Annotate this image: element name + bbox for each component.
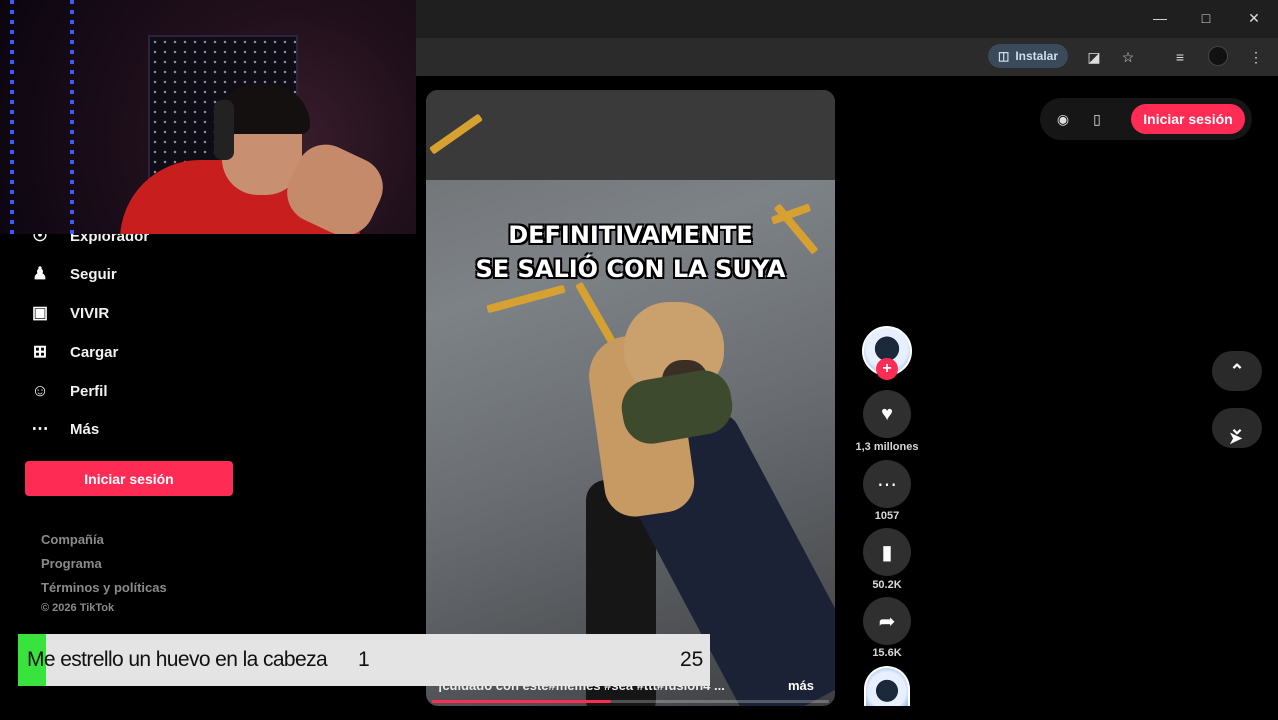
upload-icon: ⊞	[32, 342, 48, 361]
video-pavement	[426, 90, 835, 180]
bookmark-icon: ▮	[881, 541, 893, 564]
live-icon: ▣	[31, 303, 49, 322]
install-button[interactable]: ◫ Instalar	[988, 44, 1069, 68]
caption-line-1: DEFINITIVAMENTE	[508, 221, 753, 249]
video-progress[interactable]	[432, 700, 829, 703]
mouse-cursor-icon: ➤	[1228, 428, 1244, 448]
share-count: 15.6K	[872, 647, 902, 659]
like-count: 1,3 millones	[855, 441, 919, 453]
chevron-up-icon: ⌃	[1229, 360, 1245, 381]
footer-link-company[interactable]: Compañía	[41, 532, 104, 547]
webcam-overlay	[0, 0, 416, 234]
install-icon: ◫	[998, 49, 1010, 63]
road-marking	[486, 284, 566, 314]
sidebar-item-label: VIVIR	[70, 304, 110, 322]
profile-icon: ☺	[31, 381, 49, 400]
sidebar-item-more[interactable]: ⋯ Más	[28, 417, 100, 441]
sidebar-item-live[interactable]: ▣ VIVIR	[28, 301, 109, 325]
star-icon[interactable]: ☆	[1118, 47, 1138, 67]
poll-overlay: Me estrello un huevo en la cabeza 1 25	[18, 634, 710, 686]
sidebar-item-upload[interactable]: ⊞ Cargar	[28, 340, 118, 364]
screen: — □ ✕ ◫ Instalar ◪ ☆ ≡ ⋮ ☉ Explorador ♟ …	[0, 0, 1278, 720]
comment-icon: ⋯	[877, 473, 897, 496]
menu-icon[interactable]: ⋮	[1246, 47, 1266, 67]
poll-count-b: 25	[680, 648, 704, 671]
media-icon[interactable]: ≡	[1170, 47, 1190, 67]
comment-count: 1057	[874, 510, 900, 522]
sidebar-item-follow[interactable]: ♟ Seguir	[28, 262, 117, 286]
poll-count-a: 1	[358, 648, 370, 671]
maximize-icon[interactable]: □	[1194, 8, 1218, 28]
close-icon[interactable]: ✕	[1242, 8, 1266, 28]
copyright: © 2026 TikTok	[41, 602, 115, 614]
sidebar-item-label: Seguir	[70, 265, 117, 283]
sidebar-item-label: Perfil	[70, 382, 108, 400]
follow-icon: ♟	[32, 264, 48, 283]
share-button[interactable]: ➦	[863, 597, 911, 645]
sidebar-item-profile[interactable]: ☺ Perfil	[28, 379, 108, 403]
footer-link-terms[interactable]: Términos y políticas	[41, 580, 167, 595]
phone-icon[interactable]: ▯	[1088, 110, 1106, 128]
video-player[interactable]: DEFINITIVAMENTE SE SALIÓ CON LA SUYA ¡cu…	[426, 90, 835, 706]
video-caption: DEFINITIVAMENTE SE SALIÓ CON LA SUYA	[426, 218, 835, 286]
led-strip	[10, 0, 14, 234]
share-icon: ➦	[878, 610, 896, 633]
previous-video-button[interactable]: ⌃	[1212, 351, 1262, 391]
minimize-icon[interactable]: —	[1148, 8, 1172, 28]
follow-plus-icon[interactable]: +	[876, 358, 898, 380]
headset	[214, 100, 234, 160]
comment-button[interactable]: ⋯	[863, 460, 911, 508]
login-button[interactable]: Iniciar sesión	[25, 461, 233, 496]
save-count: 50.2K	[872, 579, 902, 591]
translate-icon[interactable]: ◪	[1084, 47, 1104, 67]
sound-avatar[interactable]	[864, 666, 910, 706]
poll-text: Me estrello un huevo en la cabeza	[27, 648, 328, 671]
address-bar[interactable]	[416, 42, 1276, 72]
profile-avatar[interactable]	[1208, 46, 1228, 66]
install-label: Instalar	[1015, 49, 1059, 63]
sidebar-item-label: Más	[70, 420, 100, 438]
road-marking	[575, 281, 617, 347]
more-icon: ⋯	[31, 419, 49, 438]
caption-line-2: SE SALIÓ CON LA SUYA	[475, 255, 786, 283]
footer-link-program[interactable]: Programa	[41, 556, 102, 571]
save-button[interactable]: ▮	[863, 528, 911, 576]
eye-icon[interactable]: ◉	[1054, 110, 1072, 128]
like-button[interactable]: ♥	[863, 390, 911, 438]
sidebar-item-label: Cargar	[70, 343, 119, 361]
login-button-top[interactable]: Iniciar sesión	[1131, 104, 1245, 134]
heart-icon: ♥	[881, 402, 893, 425]
led-strip	[70, 0, 74, 234]
video-progress-fill	[432, 700, 611, 703]
more-link[interactable]: más	[788, 678, 814, 693]
